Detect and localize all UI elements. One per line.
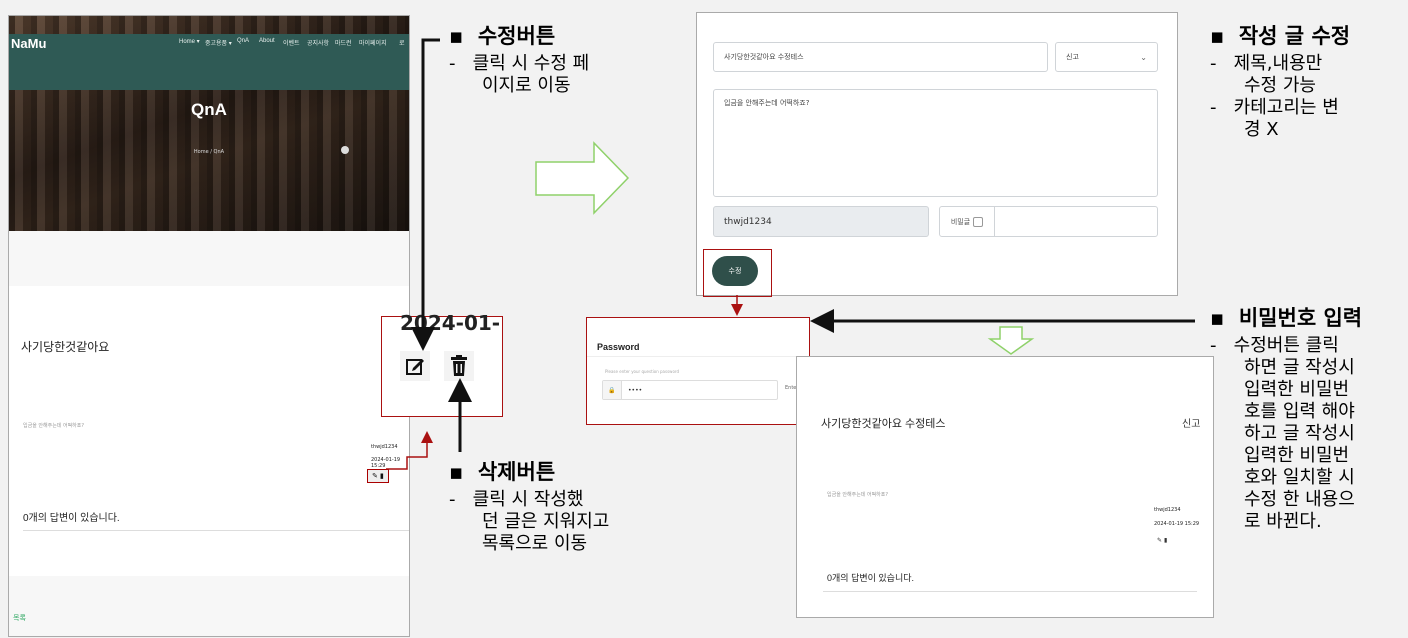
flow-arrow-icon xyxy=(535,141,630,215)
flow-arrow-icon xyxy=(987,326,1035,355)
connector-layer xyxy=(386,38,1195,470)
edit-connector xyxy=(411,38,440,351)
zoom-connector xyxy=(386,431,433,470)
